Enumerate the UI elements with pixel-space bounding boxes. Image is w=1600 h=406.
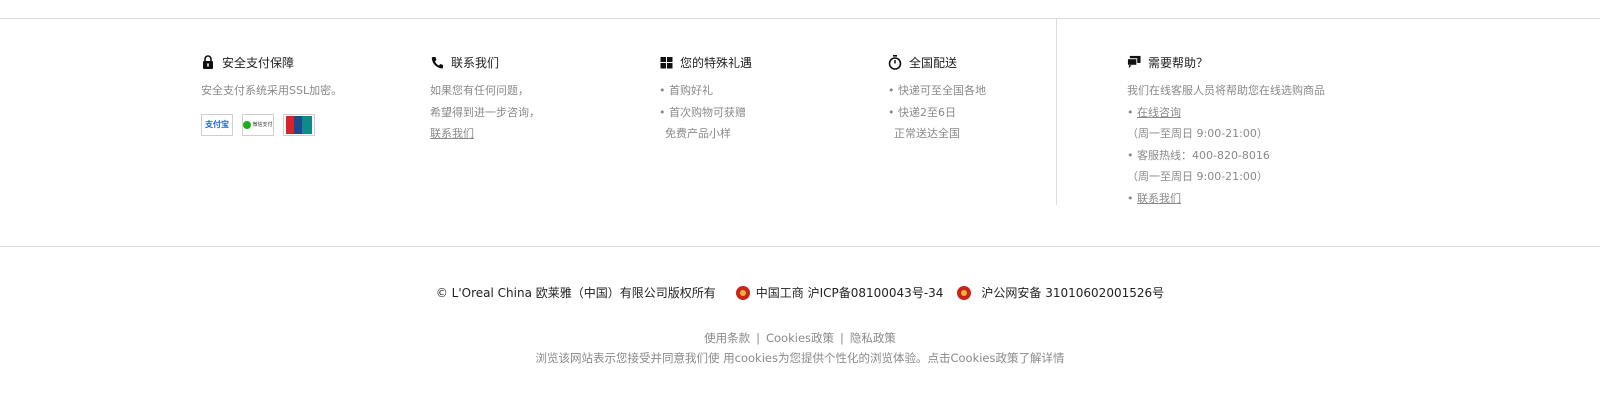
help-contact-row: • 联系我们 — [1127, 191, 1181, 205]
copyright-text: © L'Oreal China 欧莱雅（中国）有限公司版权所有 — [435, 286, 716, 300]
contact-line-2: 希望得到进一步咨询， — [430, 105, 540, 119]
footer-col-contact: 联系我们 如果您有任何问题， 希望得到进一步咨询， 联系我们 — [430, 52, 540, 145]
top-divider — [0, 18, 1600, 19]
benefit-line-3: 免费产品小样 — [665, 127, 731, 140]
legal-links: 使用条款 | Cookies政策 | 隐私政策 — [0, 330, 1600, 346]
phone-icon — [430, 54, 444, 70]
help-contact-link[interactable]: 联系我们 — [1137, 192, 1181, 205]
help-hours-2: （周一至周日 9:00-21:00） — [1127, 170, 1268, 183]
delivery-title: 全国配送 — [909, 55, 958, 70]
gift-icon — [659, 54, 673, 70]
help-hours-1: （周一至周日 9:00-21:00） — [1127, 127, 1268, 140]
secure-payment-text: 安全支付系统采用SSL加密。 — [201, 84, 343, 97]
delivery-line-3: 正常送达全国 — [894, 127, 960, 140]
chat-icon — [1127, 54, 1141, 70]
cookies-policy-link[interactable]: Cookies政策 — [766, 331, 834, 345]
link-separator: | — [756, 331, 760, 345]
hotline-text: • 客服热线：400-820-8016 — [1127, 148, 1270, 162]
icp-link[interactable]: 中国工商 沪ICP备08100043号-34 — [756, 284, 944, 301]
link-separator: | — [840, 331, 844, 345]
benefit-line-1: • 首购好礼 — [659, 84, 713, 97]
contact-title: 联系我们 — [451, 55, 500, 70]
footer-col-delivery: 全国配送 • 快递可至全国各地 • 快递2至6日 正常送达全国 — [888, 52, 986, 145]
payment-logos: 支付宝 微信支付 — [201, 113, 342, 136]
footer-col-help: 需要帮助？ 我们在线客服人员将帮助您在线选购商品 • 在线咨询 （周一至周日 9… — [1127, 52, 1325, 209]
contact-us-link[interactable]: 联系我们 — [430, 127, 474, 140]
vertical-divider — [1056, 19, 1057, 205]
police-record-link[interactable]: 沪公网安备 31010602001526号 — [981, 284, 1164, 301]
middle-divider — [0, 246, 1600, 247]
privacy-policy-link[interactable]: 隐私政策 — [850, 331, 896, 345]
online-chat-row: • 在线咨询 — [1127, 105, 1181, 119]
online-chat-link[interactable]: 在线咨询 — [1137, 106, 1181, 119]
secure-payment-title: 安全支付保障 — [222, 55, 295, 70]
footer-col-secure-payment: 安全支付保障 安全支付系统采用SSL加密。 支付宝 微信支付 — [201, 52, 342, 136]
cookie-note: 浏览该网站表示您接受并同意我们使 用cookies为您提供个性化的浏览体验。点击… — [535, 351, 1065, 365]
police-badge-icon — [957, 285, 972, 300]
delivery-line-1: • 快递可至全国各地 — [888, 84, 986, 97]
footer-col-benefits: 您的特殊礼遇 • 首购好礼 • 首次购物可获赠 免费产品小样 — [659, 52, 752, 145]
help-title: 需要帮助？ — [1148, 55, 1209, 70]
copyright-row: © L'Oreal China 欧莱雅（中国）有限公司版权所有 中国工商 沪IC… — [0, 284, 1600, 301]
help-intro: 我们在线客服人员将帮助您在线选购商品 — [1127, 84, 1325, 97]
contact-line-1: 如果您有任何问题， — [430, 84, 529, 97]
lock-icon — [201, 54, 215, 70]
unionpay-logo — [283, 113, 315, 136]
delivery-line-2: • 快递2至6日 — [888, 105, 956, 119]
alipay-logo: 支付宝 — [201, 113, 233, 136]
benefit-line-2: • 首次购物可获赠 — [659, 105, 746, 119]
stopwatch-icon — [888, 54, 902, 70]
terms-link[interactable]: 使用条款 — [704, 331, 750, 345]
col-title: 安全支付保障 — [201, 52, 342, 72]
business-license-badge-icon — [735, 285, 750, 300]
benefits-title: 您的特殊礼遇 — [680, 55, 753, 70]
wechat-pay-logo: 微信支付 — [242, 113, 274, 136]
